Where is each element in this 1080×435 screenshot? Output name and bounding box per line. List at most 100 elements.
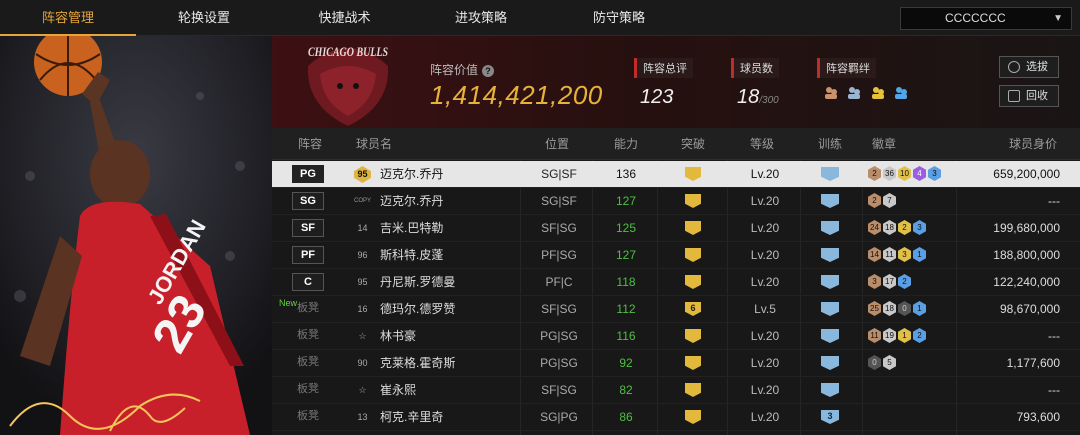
overall-label: 阵容总评 — [634, 58, 693, 78]
jersey-badge: ☆ — [358, 331, 367, 341]
player-position: PG|SG — [540, 329, 578, 343]
slot-label: PG — [292, 165, 324, 183]
player-name[interactable]: 克莱格.霍奇斯 — [380, 350, 455, 377]
training-icon[interactable] — [821, 356, 839, 370]
player-worth: 122,240,000 — [993, 275, 1060, 289]
badge-icon: 3 — [868, 274, 881, 289]
badge-icon: 2 — [898, 274, 911, 289]
slot-label: 板凳 — [297, 356, 319, 368]
slot-label: SG — [292, 192, 324, 210]
team-header: CHICAGO BULLS 阵容价值? 1,414,421,200 阵容总评 1… — [272, 36, 1080, 128]
training-icon[interactable] — [821, 194, 839, 208]
player-count-label: 球员数 — [731, 58, 779, 78]
training-icon[interactable] — [821, 221, 839, 235]
synergy-stat: 阵容羁绊 — [817, 58, 876, 78]
scout-button[interactable]: 选拔 — [999, 56, 1059, 78]
crown-icon — [685, 221, 701, 235]
crown-icon — [685, 356, 701, 370]
table-row[interactable]: 板凳 13 柯克.辛里奇 SG|PG 86 Lv.20 3 793,600 — [272, 404, 1080, 431]
lineup-value-label: 阵容价值? — [430, 61, 495, 78]
player-name[interactable]: 德玛尔.德罗赞 — [380, 296, 455, 323]
tab-offense[interactable]: 进攻策略 — [417, 0, 545, 36]
col-rating: 能力 — [614, 137, 639, 151]
crown-icon — [685, 410, 701, 424]
player-worth: 188,800,000 — [993, 248, 1060, 262]
overall-stat: 阵容总评 123 — [634, 58, 693, 109]
training-icon[interactable] — [821, 275, 839, 289]
player-name[interactable]: 迈克尔.乔丹 — [380, 188, 443, 215]
table-row[interactable]: 板凳 ☆ 林书豪 PG|SG 116 Lv.20 11 19 1 2 --- — [272, 323, 1080, 350]
badge-list: 3 17 2 — [868, 274, 913, 291]
tab-quick-tactics[interactable]: 快捷战术 — [272, 0, 417, 36]
col-name: 球员名 — [356, 137, 393, 151]
player-name[interactable]: 崔永熙 — [380, 377, 416, 404]
player-count-stat: 球员数 18/300 — [731, 58, 779, 109]
player-name[interactable]: 丹尼斯.罗德曼 — [380, 269, 455, 296]
player-name[interactable]: 吉米.巴特勒 — [380, 215, 443, 242]
badge-list: 05 — [868, 355, 898, 372]
slot-label: 板凳 — [297, 383, 319, 395]
jersey-badge: 14 — [357, 223, 368, 233]
training-icon[interactable] — [821, 248, 839, 262]
slot-label: 板凳 — [297, 410, 319, 422]
player-name[interactable]: 林书豪 — [380, 323, 416, 350]
table-row[interactable]: SG COPY 迈克尔.乔丹 SG|SF 127 Lv.20 2 7 --- — [272, 188, 1080, 215]
badge-icon: 2 — [868, 193, 881, 208]
col-worth: 球员身价 — [1009, 137, 1058, 151]
table-row[interactable]: 板凳 90 克莱格.霍奇斯 PG|SG 92 Lv.20 0 5 1,177,600 — [272, 350, 1080, 377]
training-icon[interactable] — [821, 302, 839, 316]
badge-icon: 7 — [883, 193, 896, 208]
table-row[interactable]: 板凳 ☆ 崔永熙 SF|SG 82 Lv.20 --- — [272, 377, 1080, 404]
player-name[interactable]: 柯克.辛里奇 — [380, 404, 443, 431]
overall-value: 123 — [640, 86, 674, 108]
jersey-badge: 95 — [357, 277, 368, 287]
player-rating: 127 — [615, 248, 637, 262]
crown-icon — [685, 167, 701, 181]
player-level: Lv.5 — [754, 302, 776, 316]
player-rating: 136 — [615, 167, 637, 181]
table-row[interactable]: C 95 丹尼斯.罗德曼 PF|C 118 Lv.20 3 17 2 122,240,000 — [272, 269, 1080, 296]
badge-icon: 11 — [883, 247, 896, 262]
col-slot: 阵容 — [298, 137, 323, 151]
player-artwork: JORDAN 23 — [0, 36, 272, 435]
badge-icon: 2 — [868, 166, 881, 181]
badge-icon: 25 — [868, 301, 881, 316]
synergy-icons — [824, 86, 913, 105]
col-training: 训练 — [818, 137, 843, 151]
jersey-badge: ☆ — [358, 385, 367, 395]
team-logo: CHICAGO BULLS — [300, 36, 396, 133]
col-level: 等级 — [750, 137, 775, 151]
training-icon[interactable] — [821, 383, 839, 397]
slot-label: 板凳 — [297, 329, 319, 341]
training-icon[interactable] — [821, 167, 839, 181]
table-row[interactable]: New 板凳 16 德玛尔.德罗赞 SF|SG 112 6 Lv.5 25 18 0 1 98,670,… — [272, 296, 1080, 323]
top-nav: 阵容管理 轮换设置 快捷战术 进攻策略 防守策略 CCCCCCC ▼ — [0, 0, 1080, 36]
badge-icon: 19 — [883, 328, 896, 343]
player-position: PG|SG — [540, 356, 578, 370]
player-position: PF|C — [545, 275, 573, 289]
tab-rotation[interactable]: 轮换设置 — [136, 0, 272, 36]
crown-icon: 6 — [685, 302, 701, 316]
tab-lineup[interactable]: 阵容管理 — [0, 0, 136, 36]
table-row[interactable]: PG 95 迈克尔.乔丹 SG|SF 136 Lv.20 2 36 10 4 3 659,200,00… — [272, 161, 1080, 188]
badge-icon: 14 — [868, 247, 881, 262]
table-row[interactable]: SF 14 吉米.巴特勒 SF|SG 125 Lv.20 24 18 2 3 199,680,000 — [272, 215, 1080, 242]
help-icon[interactable]: ? — [482, 65, 495, 77]
training-icon[interactable] — [821, 329, 839, 343]
table-row[interactable]: PF 96 斯科特.皮蓬 PF|SG 127 Lv.20 14 11 3 1 188,800,000 — [272, 242, 1080, 269]
player-level: Lv.20 — [750, 410, 780, 424]
training-icon[interactable]: 3 — [821, 410, 839, 424]
player-name[interactable]: 迈克尔.乔丹 — [380, 161, 443, 188]
player-name[interactable]: 斯科特.皮蓬 — [380, 242, 443, 269]
player-worth: --- — [1048, 329, 1060, 343]
badge-icon: 3 — [898, 247, 911, 262]
player-position: SG|SF — [541, 194, 577, 208]
synergy-label: 阵容羁绊 — [817, 58, 876, 78]
recycle-button[interactable]: 回收 — [999, 85, 1059, 107]
account-dropdown[interactable]: CCCCCCC ▼ — [900, 7, 1072, 30]
jersey-badge: 13 — [357, 412, 368, 422]
player-rating: 112 — [616, 302, 636, 316]
player-level: Lv.20 — [750, 383, 780, 397]
badge-icon: 11 — [868, 328, 881, 343]
tab-defense[interactable]: 防守策略 — [545, 0, 693, 36]
